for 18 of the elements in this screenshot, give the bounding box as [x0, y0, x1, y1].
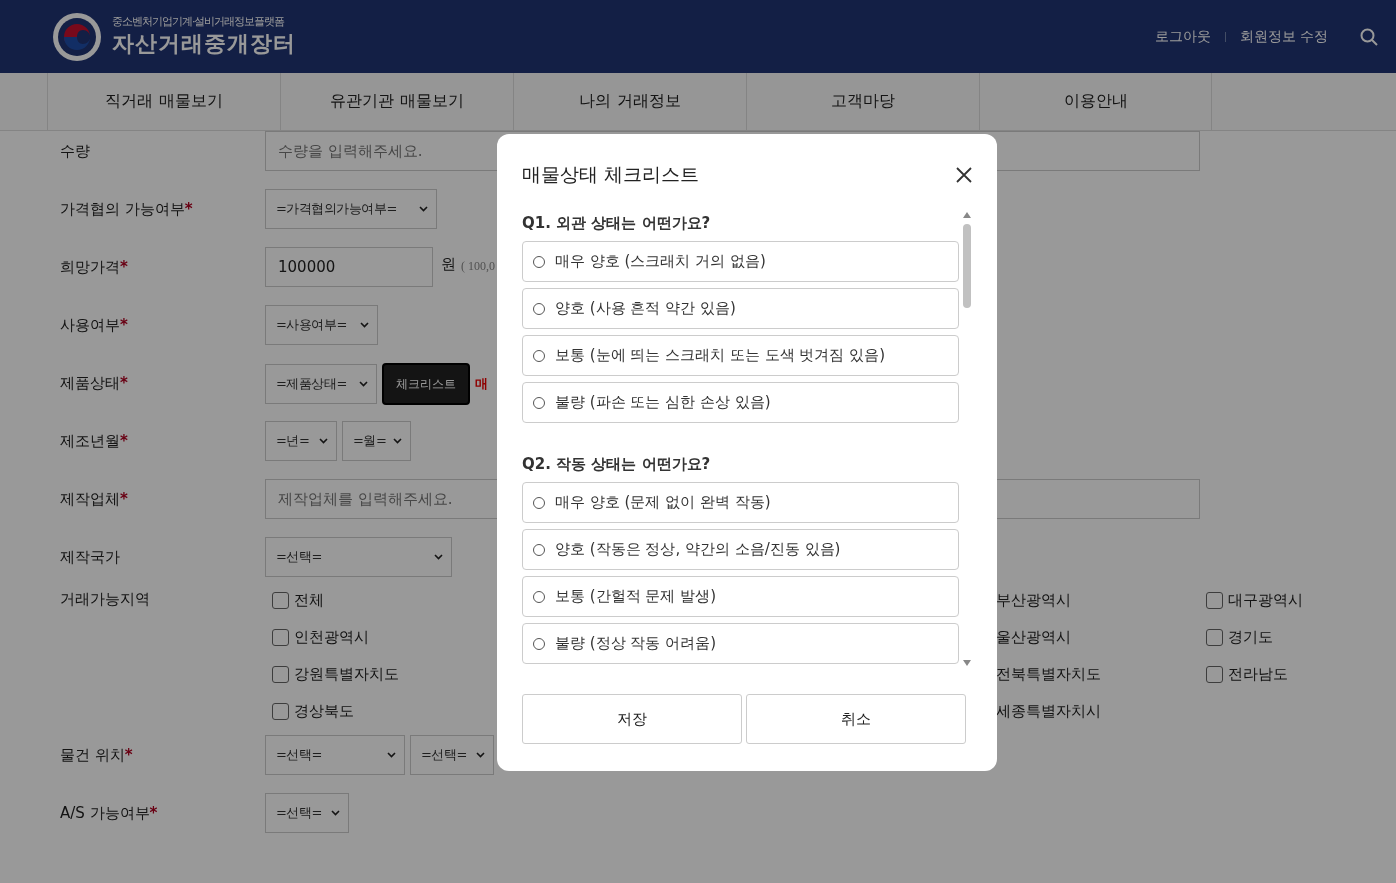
field-label: 물건 위치*	[60, 745, 134, 766]
field-label: 가격협의 가능여부*	[60, 199, 194, 220]
question-title: Q2. 작동 상태는 어떤가요?	[522, 455, 712, 474]
question-title: Q1. 외관 상태는 어떤가요?	[522, 214, 712, 233]
field-label: 제품상태*	[60, 373, 129, 394]
site-title: 자산거래중개장터	[112, 30, 296, 58]
field-label: A/S 가능여부*	[60, 803, 159, 824]
field-label: 희망가격*	[60, 257, 129, 278]
field-label: 거래가능지역	[60, 589, 151, 610]
field-label: 제조년월*	[60, 431, 129, 452]
unit-text: 원	[441, 255, 456, 274]
field-label: 사용여부*	[60, 315, 129, 336]
field-label: 수량	[60, 141, 91, 162]
field-label: 제작업체*	[60, 489, 129, 510]
site-subtitle: 중소벤처기업기계·설비거래정보플랫폼	[112, 14, 286, 29]
warning-text: 매	[475, 375, 488, 393]
field-label: 제작국가	[60, 547, 121, 568]
price-note: ( 100,0	[461, 259, 495, 274]
